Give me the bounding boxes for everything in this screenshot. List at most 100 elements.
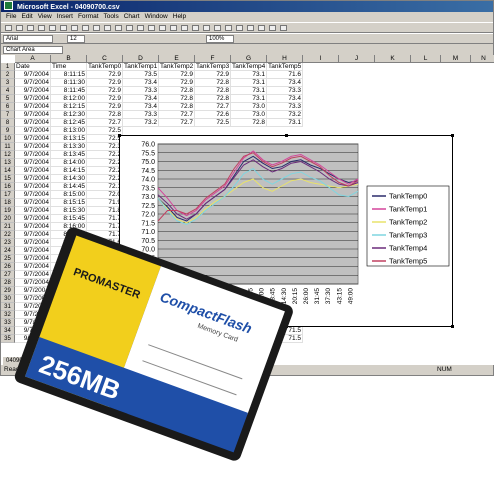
- row-header[interactable]: 13: [1, 159, 15, 167]
- table-cell[interactable]: 71.4: [87, 263, 123, 271]
- table-cell[interactable]: 8:18:15: [51, 295, 87, 303]
- table-cell[interactable]: 72.7: [195, 103, 231, 111]
- toolbar-button-icon[interactable]: [71, 25, 78, 31]
- table-cell[interactable]: 8:19:15: [51, 327, 87, 335]
- table-cell[interactable]: 71.3: [87, 271, 123, 279]
- toolbar-button-icon[interactable]: [192, 25, 199, 31]
- toolbar-button-icon[interactable]: [16, 25, 23, 31]
- column-header-K[interactable]: K: [375, 55, 411, 63]
- table-cell[interactable]: 9/7/2004: [15, 95, 51, 103]
- table-cell[interactable]: 72.9: [159, 79, 195, 87]
- table-cell[interactable]: 8:18:45: [51, 311, 87, 319]
- row-header[interactable]: 10: [1, 135, 15, 143]
- chart-handle[interactable]: [118, 325, 121, 328]
- row-header[interactable]: 14: [1, 167, 15, 175]
- table-cell[interactable]: 73.0: [231, 111, 267, 119]
- table-cell[interactable]: 8:19:30: [51, 335, 87, 343]
- column-header-D[interactable]: D: [123, 55, 159, 63]
- row-header[interactable]: 6: [1, 103, 15, 111]
- row-header[interactable]: 27: [1, 271, 15, 279]
- table-cell[interactable]: 71.7: [87, 215, 123, 223]
- table-cell[interactable]: 9/7/2004: [15, 151, 51, 159]
- table-cell[interactable]: TankTemp0: [87, 63, 123, 71]
- table-cell[interactable]: 8:12:45: [51, 119, 87, 127]
- chart-handle[interactable]: [285, 134, 288, 137]
- table-cell[interactable]: 9/7/2004: [15, 287, 51, 295]
- toolbar-button-icon[interactable]: [258, 25, 265, 31]
- table-cell[interactable]: 8:14:15: [51, 167, 87, 175]
- row-header[interactable]: 31: [1, 303, 15, 311]
- chart-handle[interactable]: [118, 134, 121, 137]
- table-cell[interactable]: 72.2: [87, 175, 123, 183]
- column-header-B[interactable]: B: [51, 55, 87, 63]
- table-cell[interactable]: 8:15:45: [51, 215, 87, 223]
- toolbar-button-icon[interactable]: [280, 25, 287, 31]
- toolbar-button-icon[interactable]: [236, 25, 243, 31]
- table-cell[interactable]: 9/7/2004: [15, 135, 51, 143]
- table-cell[interactable]: 9/7/2004: [15, 199, 51, 207]
- row-header[interactable]: 24: [1, 247, 15, 255]
- table-cell[interactable]: 9/7/2004: [15, 191, 51, 199]
- toolbar-button-icon[interactable]: [49, 25, 56, 31]
- toolbar-button-icon[interactable]: [137, 25, 144, 31]
- table-cell[interactable]: 9/7/2004: [15, 223, 51, 231]
- table-cell[interactable]: TankTemp3: [195, 63, 231, 71]
- table-cell[interactable]: Date: [15, 63, 51, 71]
- table-cell[interactable]: 72.8: [159, 103, 195, 111]
- table-cell[interactable]: 73.4: [123, 79, 159, 87]
- menu-chart[interactable]: Chart: [124, 13, 140, 20]
- zoom-select[interactable]: 100%: [206, 35, 234, 43]
- row-header[interactable]: 7: [1, 111, 15, 119]
- table-cell[interactable]: 73.0: [231, 103, 267, 111]
- table-cell[interactable]: 73.2: [267, 111, 303, 119]
- toolbar-button-icon[interactable]: [148, 25, 155, 31]
- table-cell[interactable]: TankTemp4: [231, 63, 267, 71]
- table-cell[interactable]: 9/7/2004: [15, 159, 51, 167]
- table-cell[interactable]: 9/7/2004: [15, 87, 51, 95]
- table-cell[interactable]: 9/7/2004: [15, 231, 51, 239]
- toolbar-button-icon[interactable]: [115, 25, 122, 31]
- table-cell[interactable]: 72.8: [231, 119, 267, 127]
- table-cell[interactable]: 72.6: [195, 111, 231, 119]
- table-cell[interactable]: 9/7/2004: [15, 111, 51, 119]
- row-header[interactable]: 17: [1, 191, 15, 199]
- menu-edit[interactable]: Edit: [21, 13, 32, 20]
- menu-format[interactable]: Format: [78, 13, 99, 20]
- row-header[interactable]: 12: [1, 151, 15, 159]
- table-cell[interactable]: 9/7/2004: [15, 175, 51, 183]
- table-cell[interactable]: 9/7/2004: [15, 103, 51, 111]
- table-cell[interactable]: 8:13:15: [51, 135, 87, 143]
- row-header[interactable]: 26: [1, 263, 15, 271]
- table-cell[interactable]: 8:19:00: [51, 319, 87, 327]
- table-cell[interactable]: 8:13:00: [51, 127, 87, 135]
- table-cell[interactable]: 9/7/2004: [15, 167, 51, 175]
- table-cell[interactable]: 9/7/2004: [15, 295, 51, 303]
- row-header[interactable]: 33: [1, 319, 15, 327]
- table-cell[interactable]: 8:17:45: [51, 279, 87, 287]
- table-cell[interactable]: 73.3: [267, 87, 303, 95]
- table-cell[interactable]: 72.0: [87, 191, 123, 199]
- sheet-tab[interactable]: 04090: [3, 357, 26, 365]
- table-cell[interactable]: 8:14:45: [51, 183, 87, 191]
- row-header[interactable]: 34: [1, 327, 15, 335]
- table-cell[interactable]: 8:15:00: [51, 191, 87, 199]
- table-cell[interactable]: 73.4: [123, 95, 159, 103]
- table-cell[interactable]: 73.4: [123, 103, 159, 111]
- table-cell[interactable]: 9/7/2004: [15, 239, 51, 247]
- row-header[interactable]: 29: [1, 287, 15, 295]
- table-cell[interactable]: 72.9: [87, 71, 123, 79]
- toolbar-button-icon[interactable]: [38, 25, 45, 31]
- row-header[interactable]: 25: [1, 255, 15, 263]
- table-cell[interactable]: 9/7/2004: [15, 327, 51, 335]
- row-header[interactable]: 4: [1, 87, 15, 95]
- toolbar-button-icon[interactable]: [225, 25, 232, 31]
- table-cell[interactable]: 8:16:45: [51, 247, 87, 255]
- table-cell[interactable]: 9/7/2004: [15, 119, 51, 127]
- table-cell[interactable]: 9/7/2004: [15, 127, 51, 135]
- toolbar-button-icon[interactable]: [93, 25, 100, 31]
- row-header[interactable]: 18: [1, 199, 15, 207]
- column-header-I[interactable]: I: [303, 55, 339, 63]
- column-header-E[interactable]: E: [159, 55, 195, 63]
- table-cell[interactable]: 8:13:30: [51, 143, 87, 151]
- toolbar-button-icon[interactable]: [126, 25, 133, 31]
